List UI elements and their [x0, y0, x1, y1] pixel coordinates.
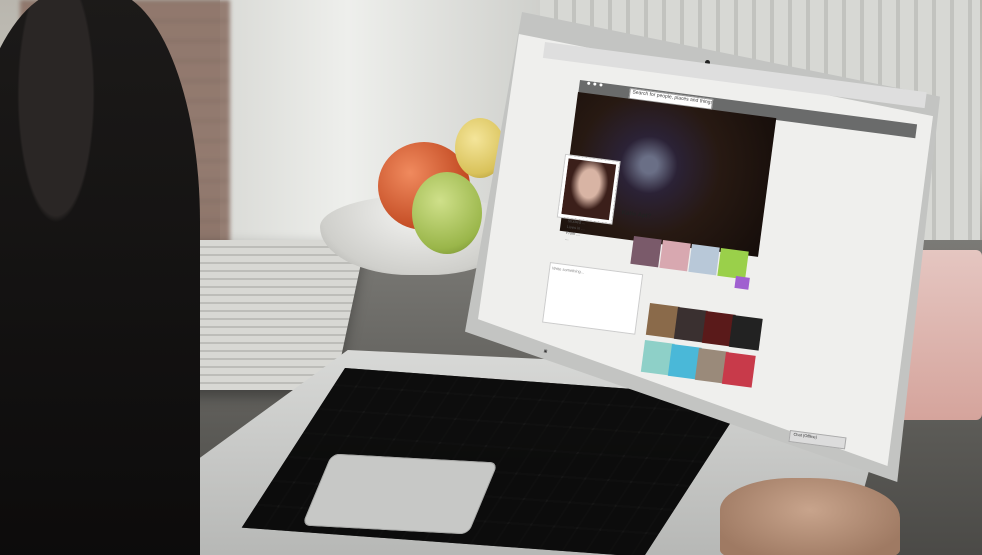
grid-tile[interactable]	[721, 352, 756, 388]
chat-icon[interactable]: ▣	[543, 348, 547, 353]
post-composer[interactable]: Write something...	[542, 262, 644, 335]
person-silhouette	[0, 0, 200, 555]
photo-thumbnail[interactable]	[734, 276, 750, 290]
photo-thumbnail[interactable]	[717, 248, 749, 280]
photo-thumbnail[interactable]	[659, 240, 691, 272]
laptop-trackpad	[301, 453, 499, 535]
grid-tile[interactable]	[728, 315, 763, 351]
photo-thumbnail[interactable]	[688, 244, 720, 276]
pear	[412, 172, 482, 254]
profile-picture[interactable]	[557, 155, 620, 224]
hand	[720, 478, 900, 555]
photo-scene: ● ● ● Search for people, places and thin…	[0, 0, 982, 555]
profile-info: Studied ... Lives in ... From ... ...	[565, 218, 586, 244]
photo-thumbnail[interactable]	[630, 236, 662, 268]
